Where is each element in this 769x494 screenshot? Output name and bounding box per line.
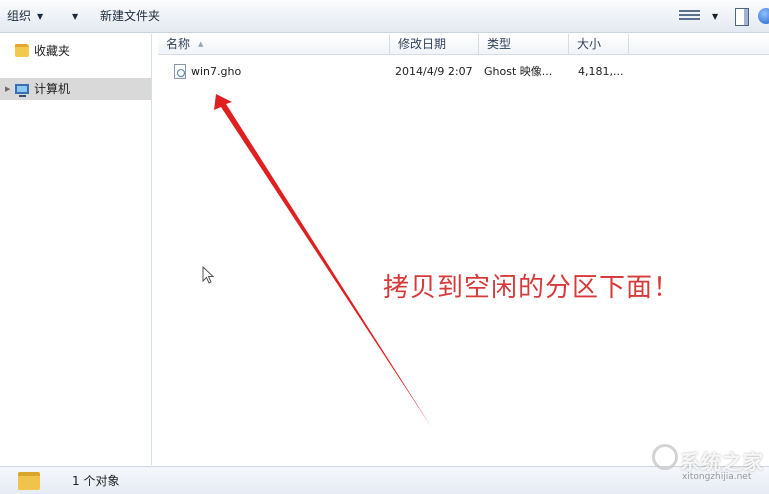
watermark-url: xitongzhijia.net [682, 472, 752, 482]
watermark: 系统之家 xitongzhijia.net [642, 440, 766, 486]
watermark-logo-icon [652, 444, 678, 470]
item-count: 1 个对象 [72, 474, 120, 488]
folder-icon [18, 472, 40, 490]
arrow-shape [214, 94, 432, 428]
annotation-text: 拷贝到空闲的分区下面！ [383, 273, 681, 303]
mouse-cursor-icon [202, 266, 215, 284]
watermark-text: 系统之家 [680, 450, 764, 474]
annotation-arrow [214, 94, 432, 428]
